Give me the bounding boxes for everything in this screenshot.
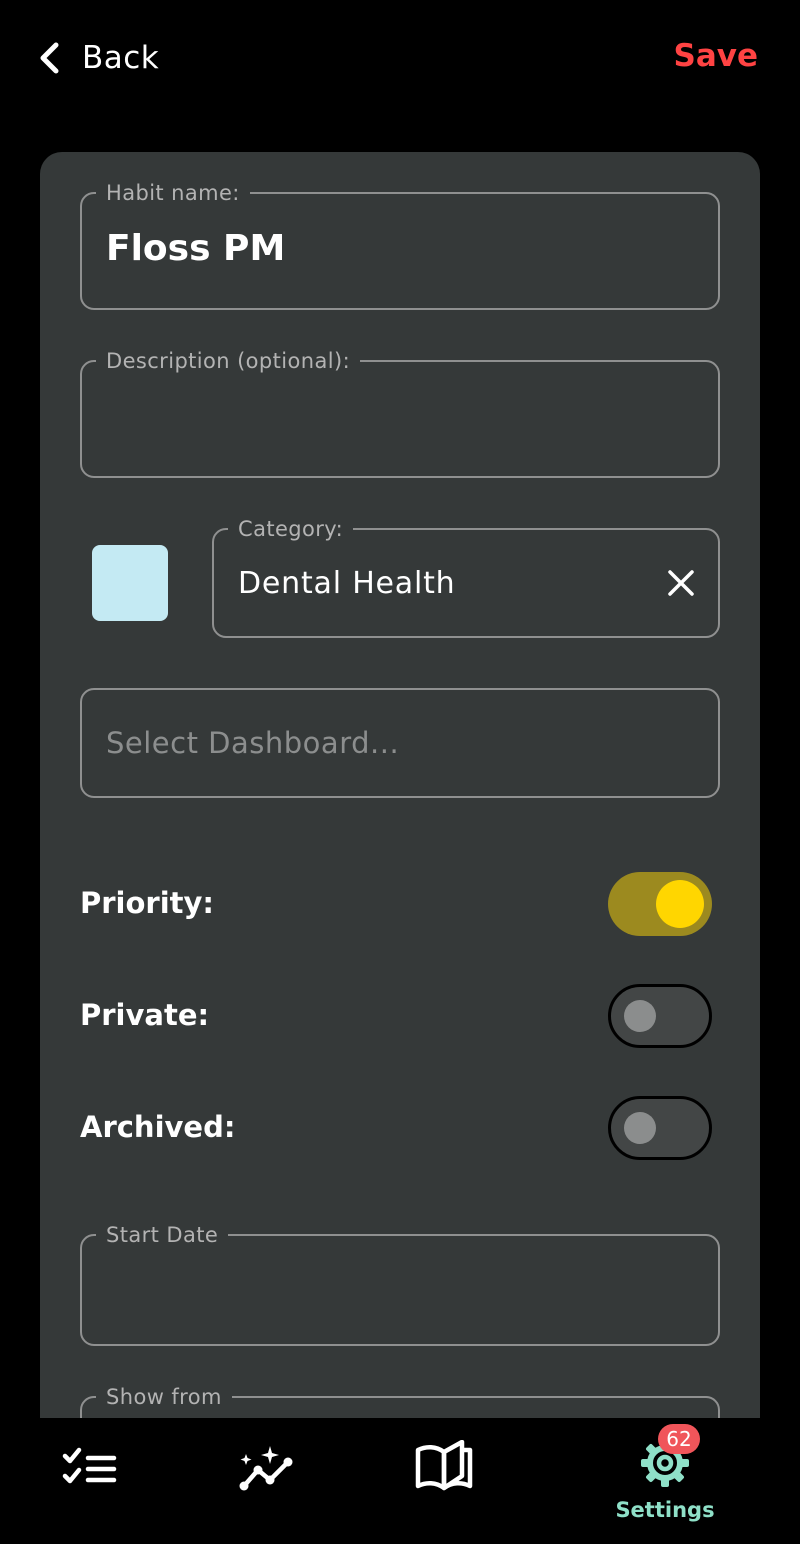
habit-form-card: Habit name: Floss PM Description (option… xyxy=(40,152,760,1452)
checklist-icon xyxy=(62,1447,117,1484)
private-toggle[interactable] xyxy=(608,984,712,1048)
category-field[interactable]: Category: Dental Health xyxy=(212,516,720,638)
back-button[interactable]: Back xyxy=(36,38,159,78)
bottom-nav: 62 Settings xyxy=(0,1418,800,1544)
toggle-knob xyxy=(656,880,704,928)
start-date-label: Start Date xyxy=(96,1222,229,1248)
dashboard-select[interactable]: Select Dashboard... xyxy=(80,688,720,798)
open-book-icon xyxy=(415,1440,473,1491)
description-field[interactable]: Description (optional): xyxy=(80,348,720,478)
close-icon[interactable] xyxy=(666,568,696,598)
description-label: Description (optional): xyxy=(96,348,361,374)
nav-stats[interactable] xyxy=(236,1442,298,1492)
dashboard-placeholder: Select Dashboard... xyxy=(106,726,400,760)
save-button[interactable]: Save xyxy=(674,38,758,74)
category-color-swatch[interactable] xyxy=(92,545,168,621)
nav-settings-label: Settings xyxy=(615,1498,715,1522)
start-date-field[interactable]: Start Date xyxy=(80,1222,720,1346)
back-label: Back xyxy=(82,40,160,76)
archived-label: Archived: xyxy=(80,1110,236,1144)
category-value: Dental Health xyxy=(238,566,456,601)
habit-name-value: Floss PM xyxy=(106,228,286,269)
notification-badge: 62 xyxy=(658,1424,700,1454)
trend-sparkle-icon xyxy=(239,1446,293,1491)
nav-tasks[interactable] xyxy=(62,1446,118,1490)
archived-toggle[interactable] xyxy=(608,1096,712,1160)
toggle-knob xyxy=(624,1000,656,1032)
habit-name-field[interactable]: Habit name: Floss PM xyxy=(80,180,720,310)
toggle-knob xyxy=(624,1112,656,1144)
top-bar: Back Save xyxy=(0,0,800,120)
priority-label: Priority: xyxy=(80,886,215,920)
nav-settings[interactable]: 62 Settings xyxy=(600,1424,730,1534)
category-label: Category: xyxy=(228,516,354,542)
show-from-label: Show from xyxy=(96,1384,232,1410)
habit-name-label: Habit name: xyxy=(96,180,250,206)
private-label: Private: xyxy=(80,998,210,1032)
nav-journal[interactable] xyxy=(414,1440,474,1492)
chevron-left-icon xyxy=(40,42,59,74)
priority-toggle[interactable] xyxy=(608,872,712,936)
